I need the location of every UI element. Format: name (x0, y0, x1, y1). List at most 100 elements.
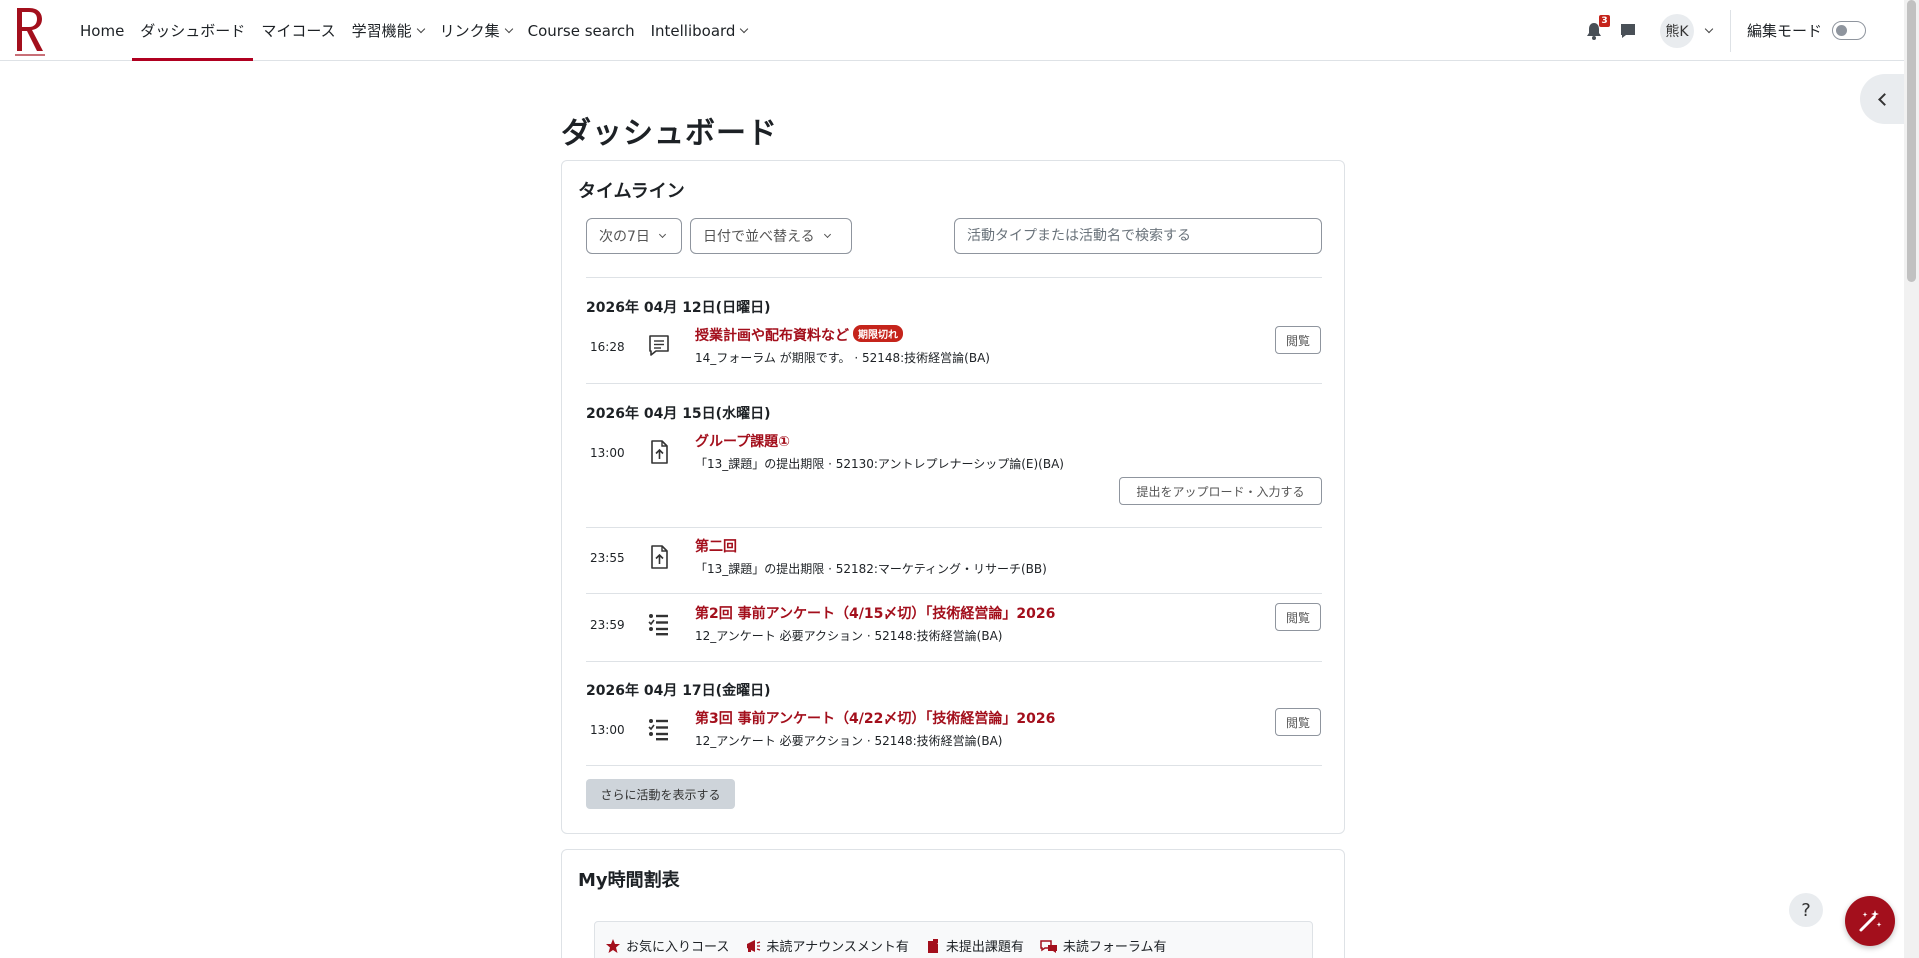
event-title-link[interactable]: グループ課題① (695, 431, 790, 451)
assignment-upload-icon (651, 545, 668, 569)
timetable-title: My時間割表 (578, 870, 680, 891)
megaphone-icon (747, 939, 761, 952)
timetable-legend: お気に入りコース 未読アナウンスメント有 未提出課題有 未読フォーラム有 (605, 936, 1182, 955)
chevron-down-icon (658, 230, 666, 239)
nav-my-courses[interactable]: マイコース (253, 0, 343, 61)
chevron-down-icon (416, 24, 425, 33)
divider (586, 383, 1322, 384)
view-button-label: 閲覧 (1285, 610, 1310, 625)
nav-intelliboard[interactable]: Intelliboard (643, 0, 756, 61)
date-heading: 2026年 04月 17日(金曜日) (586, 683, 771, 699)
chevron-down-icon (504, 24, 513, 33)
edit-mode-label: 編集モード (1746, 22, 1822, 40)
event-title-link[interactable]: 第3回 事前アンケート（4/22〆切）「技術経営論」2026 (695, 708, 1055, 728)
date-heading: 2026年 04月 12日(日曜日) (586, 300, 771, 316)
legend-label: お気に入りコース (626, 940, 730, 955)
legend-item: 未読フォーラム有 (1040, 936, 1166, 955)
nav-my-courses-label: マイコース (261, 22, 336, 40)
notification-count-badge: 3 (1598, 14, 1610, 27)
open-block-drawer-button[interactable] (1860, 74, 1904, 124)
nav-course-search-label: Course search (527, 21, 635, 40)
event-time: 23:59 (590, 618, 625, 632)
event-title: 授業計画や配布資料など (695, 328, 849, 344)
nav-home-label: Home (80, 21, 125, 40)
sort-label: 日付で並べ替える (703, 229, 815, 245)
chevron-down-icon (823, 230, 831, 239)
assignment-icon (927, 938, 938, 953)
nav-links-label: リンク集 (439, 22, 500, 40)
nav-home[interactable]: Home (72, 0, 132, 61)
event-title-link[interactable]: 第二回 (695, 536, 737, 556)
help-button[interactable]: ? (1789, 893, 1823, 927)
overdue-badge: 期限切れ (853, 325, 903, 342)
edit-mode-toggle[interactable] (1832, 21, 1866, 40)
help-label: ? (1801, 899, 1811, 921)
event-title: 第2回 事前アンケート（4/15〆切）「技術経営論」2026 (695, 606, 1056, 622)
questionnaire-icon (648, 614, 668, 636)
user-avatar[interactable]: 熊K (1659, 13, 1694, 48)
magic-wand-icon (1859, 910, 1882, 932)
date-heading: 2026年 04月 15日(水曜日) (586, 406, 771, 422)
range-label: 次の7日 (599, 229, 650, 245)
nav-links[interactable]: リンク集 (432, 0, 520, 61)
event-time: 13:00 (590, 446, 625, 460)
legend-item: お気に入りコース (605, 936, 729, 955)
divider (586, 277, 1322, 278)
view-button[interactable]: 閲覧 (1275, 708, 1321, 736)
timeline-range-dropdown[interactable]: 次の7日 (586, 218, 682, 254)
chevron-down-icon[interactable] (1704, 24, 1714, 33)
site-logo[interactable] (13, 5, 47, 57)
view-button-label: 閲覧 (1285, 333, 1310, 348)
divider (586, 527, 1322, 528)
divider (1729, 9, 1731, 52)
event-title: グループ課題① (695, 434, 791, 450)
timeline-search-input[interactable] (954, 218, 1322, 254)
timeline-block: タイムライン 次の7日 日付で並べ替える 2026年 04月 12日(日曜日) … (561, 160, 1345, 834)
timeline-sort-dropdown[interactable]: 日付で並べ替える (690, 218, 852, 254)
assignment-upload-icon (651, 440, 668, 464)
legend-label: 未提出課題有 (945, 940, 1024, 955)
event-title-link[interactable]: 授業計画や配布資料など 期限切れ (695, 325, 903, 345)
top-navbar: Home ダッシュボード マイコース 学習機能 リンク集 Course sear… (0, 0, 1904, 61)
event-title: 第3回 事前アンケート（4/22〆切）「技術経営論」2026 (695, 711, 1056, 727)
forum-unread-icon (1040, 939, 1057, 953)
event-title-link[interactable]: 第2回 事前アンケート（4/15〆切）「技術経営論」2026 (695, 603, 1055, 623)
nav-learning-features-label: 学習機能 (351, 22, 412, 40)
upload-submission-button[interactable]: 提出をアップロード・入力する (1119, 477, 1322, 505)
nav-dashboard[interactable]: ダッシュボード (132, 0, 254, 61)
nav-intelliboard-label: Intelliboard (650, 21, 736, 40)
legend-label: 未読アナウンスメント有 (766, 940, 909, 955)
primary-navigation: Home ダッシュボード マイコース 学習機能 リンク集 Course sear… (72, 0, 755, 61)
chevron-down-icon (740, 24, 749, 33)
timetable-block: My時間割表 お気に入りコース 未読アナウンスメント有 未提出課題有 未読フォー… (561, 849, 1345, 958)
event-subtitle: 「13_課題」の提出期限 · 52182:マーケティング・リサーチ(BB) (695, 562, 1047, 576)
star-icon (606, 938, 620, 953)
event-time: 16:28 (590, 340, 625, 354)
nav-dashboard-label: ダッシュボード (140, 22, 246, 40)
event-subtitle: 14_フォーラム が期限です。 · 52148:技術経営論(BA) (695, 351, 990, 365)
page-title: ダッシュボード (561, 116, 778, 151)
show-more-activities-button[interactable]: さらに活動を表示する (586, 779, 735, 809)
questionnaire-icon (648, 719, 668, 741)
event-subtitle: 12_アンケート 必要アクション · 52148:技術経営論(BA) (695, 734, 1003, 748)
view-button[interactable]: 閲覧 (1275, 603, 1321, 631)
legend-item: 未読アナウンスメント有 (745, 936, 909, 955)
forum-icon (649, 335, 669, 356)
page-scrollbar[interactable] (1904, 0, 1919, 958)
nav-learning-features[interactable]: 学習機能 (344, 0, 432, 61)
divider (586, 765, 1322, 766)
nav-course-search[interactable]: Course search (520, 0, 643, 61)
messages-icon[interactable] (1618, 21, 1638, 41)
timetable-legend-box: お気に入りコース 未読アナウンスメント有 未提出課題有 未読フォーラム有 (594, 921, 1313, 958)
view-button[interactable]: 閲覧 (1275, 326, 1321, 354)
timeline-title: タイムライン (578, 181, 685, 202)
user-navigation: 3 熊K 編集モード (1584, 0, 1904, 61)
event-subtitle: 「13_課題」の提出期限 · 52130:アントレプレナーシップ論(E)(BA) (695, 457, 1064, 471)
event-subtitle: 12_アンケート 必要アクション · 52148:技術経営論(BA) (695, 629, 1003, 643)
user-initials: 熊K (1665, 23, 1689, 40)
divider (586, 593, 1322, 594)
notifications-button[interactable]: 3 (1584, 14, 1610, 41)
scrollbar-thumb[interactable] (1907, 0, 1916, 282)
ai-assistant-button[interactable] (1845, 896, 1895, 946)
event-time: 23:55 (590, 551, 625, 565)
